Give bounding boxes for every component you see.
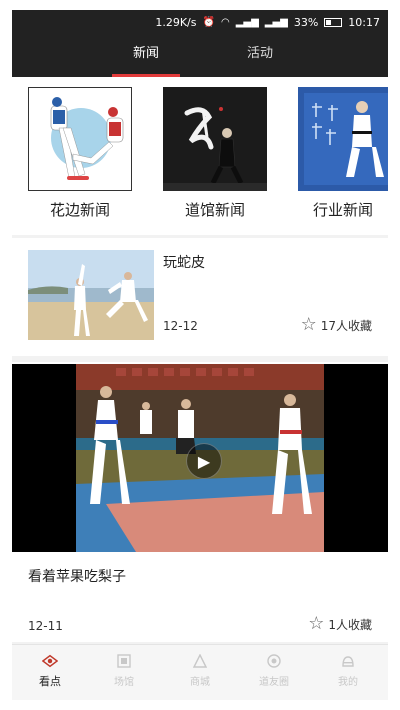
network-speed: 1.29K/s	[155, 15, 197, 29]
video-card[interactable]: ▶ 看着苹果吃梨子 12-11 ☆ 1人收藏	[12, 362, 388, 642]
favorite-count: 1人收藏	[328, 617, 372, 632]
nav-friends-circle[interactable]: 道友圈	[244, 653, 304, 688]
category-gossip-news[interactable]: 花边新闻	[28, 87, 138, 220]
category-strip: 花边新闻 道馆新闻 行业新闻	[12, 77, 388, 235]
app-screen: 1.29K/s ⏰ ◠ ▂▄▆ ▂▄▆ 33% 10:17 新闻 活动 花边新闻…	[12, 10, 388, 700]
star-outline-icon: ☆	[308, 613, 325, 634]
circle-icon	[266, 653, 282, 669]
news-card[interactable]: 玩蛇皮 12-12 ☆ 17人收藏	[12, 238, 388, 356]
eye-icon	[42, 653, 58, 669]
favorite-button[interactable]: ☆ 1人收藏	[308, 615, 372, 633]
signal-icon: ▂▄▆	[235, 16, 259, 28]
battery-icon	[324, 17, 343, 27]
nav-label: 看点	[39, 675, 61, 688]
video-player[interactable]: ▶	[12, 364, 388, 552]
play-icon[interactable]: ▶	[186, 443, 222, 479]
tab-bar: 新闻 活动	[12, 34, 388, 77]
category-label: 道馆新闻	[184, 201, 245, 219]
category-label: 行业新闻	[312, 201, 373, 219]
top-bar: 1.29K/s ⏰ ◠ ▂▄▆ ▂▄▆ 33% 10:17 新闻 活动	[12, 10, 388, 77]
favorite-button[interactable]: ☆ 17人收藏	[301, 316, 372, 334]
favorite-count: 17人收藏	[320, 318, 372, 333]
tab-activities[interactable]: 活动	[210, 34, 310, 77]
nav-label: 我的	[338, 677, 358, 688]
status-bar: 1.29K/s ⏰ ◠ ▂▄▆ ▂▄▆ 33% 10:17	[12, 10, 388, 34]
nav-label: 场馆	[114, 677, 134, 688]
category-thumbnail	[298, 87, 388, 191]
nav-profile[interactable]: 我的	[318, 653, 378, 688]
clock: 10:17	[348, 15, 380, 29]
article-thumbnail	[28, 250, 154, 340]
tab-news[interactable]: 新闻	[96, 34, 196, 77]
star-outline-icon: ☆	[300, 314, 317, 335]
nav-venue[interactable]: 场馆	[94, 653, 154, 688]
bottom-nav: 看点 场馆 商城 道友圈 我的	[12, 644, 388, 700]
article-date: 12-12	[163, 319, 198, 333]
article-title: 看着苹果吃梨子	[28, 569, 126, 585]
signal-icon-2: ▂▄▆	[264, 16, 288, 28]
article-title: 玩蛇皮	[163, 255, 205, 271]
nav-label: 道友圈	[259, 677, 289, 688]
alarm-icon: ⏰	[202, 16, 215, 28]
profile-icon	[340, 653, 356, 669]
venue-icon	[116, 653, 132, 669]
category-label: 花边新闻	[49, 201, 110, 219]
mall-icon	[192, 653, 208, 669]
category-thumbnail	[28, 87, 132, 191]
category-industry-news[interactable]: 行业新闻	[298, 87, 388, 220]
article-date: 12-11	[28, 619, 63, 633]
wifi-icon: ◠	[220, 16, 230, 28]
category-thumbnail	[163, 87, 267, 191]
nav-label: 商城	[190, 677, 210, 688]
category-dojo-news[interactable]: 道馆新闻	[163, 87, 273, 220]
nav-watch[interactable]: 看点	[20, 653, 80, 689]
battery-percent: 33%	[293, 15, 319, 29]
nav-mall[interactable]: 商城	[170, 653, 230, 688]
